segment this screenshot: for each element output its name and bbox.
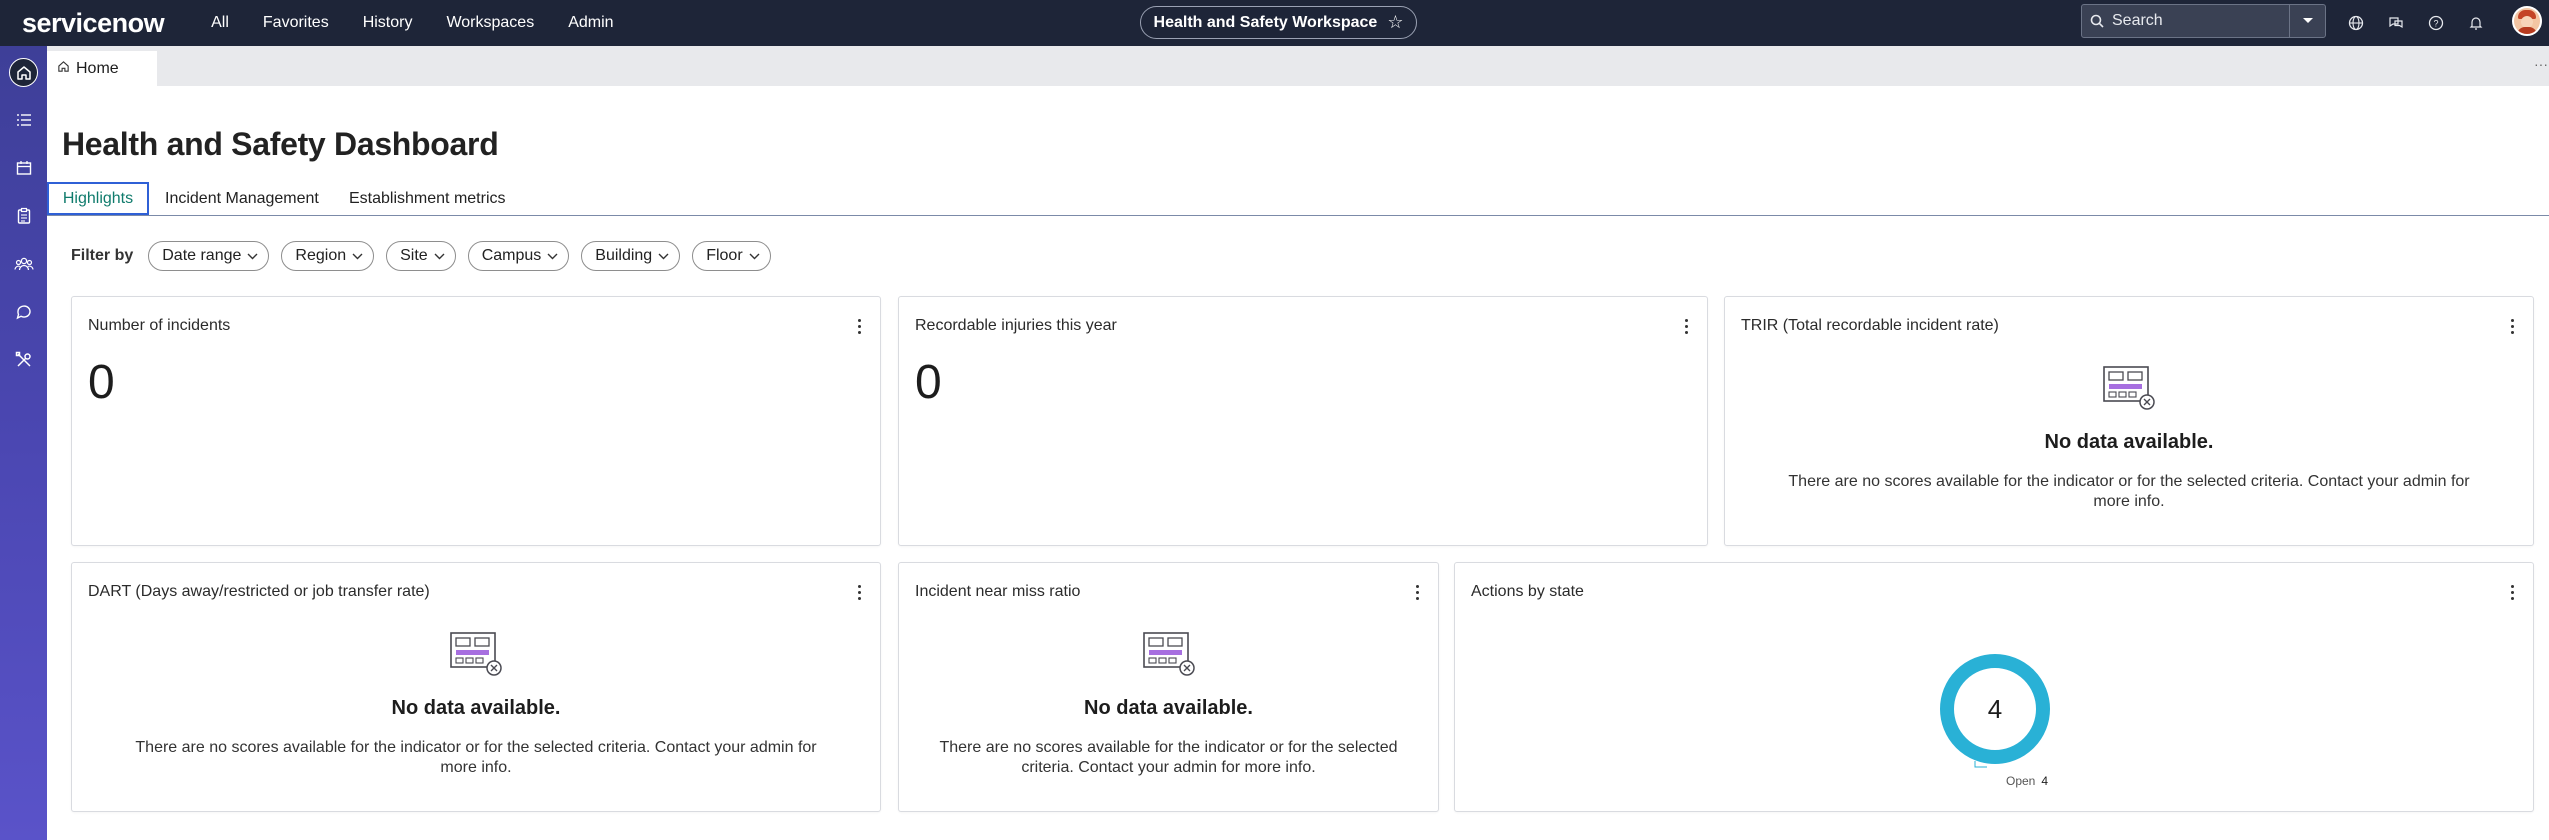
chevron-down-icon [749, 247, 760, 265]
star-icon[interactable]: ☆ [1387, 12, 1403, 33]
filter-floor[interactable]: Floor [692, 241, 771, 271]
card-number-of-incidents: Number of incidents 0 [71, 296, 881, 546]
no-data-message: There are no scores available for the in… [1788, 473, 2470, 510]
left-rail [0, 46, 47, 840]
no-data-state: No data available. There are no scores a… [899, 631, 1438, 778]
card-near-miss-ratio: Incident near miss ratio No data availab… [898, 562, 1439, 812]
filter-bar: Filter by Date range Region Site Campus … [71, 241, 771, 271]
actions-donut-chart [1940, 654, 2050, 768]
more-icon[interactable]: ··· [2533, 56, 2549, 72]
user-avatar[interactable] [2512, 6, 2542, 36]
rail-home-icon[interactable] [9, 58, 38, 87]
workspace-title-pill[interactable]: Health and Safety Workspace ☆ [1140, 6, 1417, 39]
chevron-down-icon [247, 247, 258, 265]
card-actions-by-state: Actions by state 4 Open 4 [1454, 562, 2534, 812]
nav-menu: All Favorites History Workspaces Admin [194, 14, 630, 32]
chevron-down-icon [352, 247, 363, 265]
rail-comment-icon[interactable] [9, 297, 38, 326]
no-data-icon [1140, 631, 1198, 677]
kebab-menu-icon[interactable] [2503, 315, 2521, 337]
legend-label: Open [2006, 774, 2036, 788]
card-recordable-injuries: Recordable injuries this year 0 [898, 296, 1708, 546]
filter-date-range[interactable]: Date range [148, 241, 270, 271]
home-icon [57, 60, 70, 78]
kebab-menu-icon[interactable] [850, 315, 868, 337]
filter-building[interactable]: Building [581, 241, 681, 271]
chevron-down-icon [658, 247, 669, 265]
home-tab[interactable]: Home [47, 51, 157, 86]
card-dart: DART (Days away/restricted or job transf… [71, 562, 881, 812]
nav-favorites[interactable]: Favorites [246, 14, 346, 32]
search-scope-dropdown[interactable] [2289, 5, 2325, 37]
incident-count: 0 [88, 356, 115, 409]
page-title: Health and Safety Dashboard [62, 126, 499, 162]
rail-team-icon[interactable] [9, 249, 38, 278]
workspace-title: Health and Safety Workspace [1153, 13, 1378, 31]
top-navigation: servicenow All Favorites History Workspa… [0, 0, 2549, 46]
rail-calendar-icon[interactable] [9, 153, 38, 182]
search-icon [2082, 14, 2112, 28]
filter-region-label: Region [295, 247, 347, 264]
nav-all[interactable]: All [194, 14, 246, 32]
tab-highlights[interactable]: Highlights [47, 182, 149, 215]
no-data-title: No data available. [2044, 431, 2214, 453]
utility-icons: ? [2343, 10, 2489, 36]
filter-site-label: Site [400, 247, 428, 264]
avatar-body [2517, 27, 2537, 34]
filter-floor-label: Floor [706, 247, 743, 264]
kebab-menu-icon[interactable] [1408, 581, 1426, 603]
rail-tools-icon[interactable] [9, 345, 38, 374]
tab-incident-management[interactable]: Incident Management [153, 182, 331, 215]
home-tab-label: Home [76, 59, 119, 77]
no-data-icon [2100, 365, 2158, 411]
chat-icon[interactable] [2383, 10, 2409, 36]
tab-strip: Home ··· [47, 46, 2549, 86]
legend-value: 4 [2041, 774, 2049, 788]
tab-establishment-metrics[interactable]: Establishment metrics [337, 182, 518, 215]
no-data-state: No data available. There are no scores a… [72, 631, 880, 778]
no-data-icon [447, 631, 505, 677]
card-title: Number of incidents [88, 317, 231, 334]
card-title: TRIR (Total recordable incident rate) [1741, 317, 1999, 334]
svg-text:?: ? [2433, 19, 2438, 29]
filter-campus-label: Campus [481, 247, 542, 264]
help-icon[interactable]: ? [2423, 10, 2449, 36]
card-title: Incident near miss ratio [915, 583, 1081, 600]
global-search[interactable] [2081, 4, 2326, 38]
nav-admin[interactable]: Admin [551, 14, 630, 32]
donut-total-label: 4 [1987, 694, 2003, 724]
no-data-message: There are no scores available for the in… [135, 739, 817, 776]
rail-list-icon[interactable] [9, 105, 38, 134]
filter-date-range-label: Date range [162, 247, 242, 264]
dashboard-tabs: Highlights Incident Management Establish… [47, 182, 2549, 216]
card-title: DART (Days away/restricted or job transf… [88, 583, 430, 600]
bell-icon[interactable] [2463, 10, 2489, 36]
nav-history[interactable]: History [346, 14, 430, 32]
filter-building-label: Building [595, 247, 653, 264]
recordable-count: 0 [915, 356, 942, 409]
no-data-state: No data available. There are no scores a… [1725, 365, 2533, 512]
globe-icon[interactable] [2343, 10, 2369, 36]
rail-clipboard-icon[interactable] [9, 201, 38, 230]
filter-region[interactable]: Region [281, 241, 375, 271]
filter-label: Filter by [71, 247, 134, 264]
kebab-menu-icon[interactable] [850, 581, 868, 603]
search-input[interactable] [2112, 12, 2288, 30]
card-title: Recordable injuries this year [915, 317, 1117, 334]
filter-campus[interactable]: Campus [467, 241, 570, 271]
card-trir: TRIR (Total recordable incident rate) No… [1724, 296, 2534, 546]
chevron-down-icon [434, 247, 445, 265]
no-data-message: There are no scores available for the in… [939, 739, 1398, 776]
donut-legend: Open 4 [2006, 774, 2048, 788]
no-data-title: No data available. [1084, 697, 1253, 719]
kebab-menu-icon[interactable] [1677, 315, 1695, 337]
chevron-down-icon [547, 247, 558, 265]
servicenow-logo[interactable]: servicenow [22, 8, 165, 39]
no-data-title: No data available. [391, 697, 561, 719]
filter-site[interactable]: Site [386, 241, 456, 271]
nav-workspaces[interactable]: Workspaces [429, 14, 551, 32]
